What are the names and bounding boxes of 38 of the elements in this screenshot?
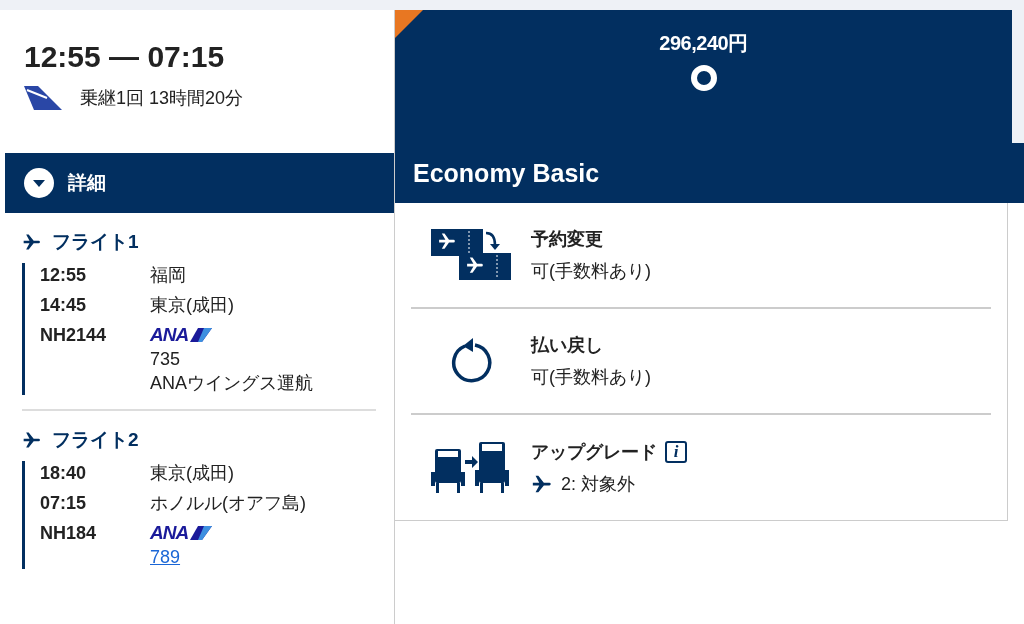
- corner-flag-icon: [395, 10, 423, 38]
- details-toggle[interactable]: 詳細: [5, 153, 394, 213]
- flight-title: フライト1: [52, 230, 139, 254]
- fare-radio[interactable]: [690, 65, 717, 91]
- flight-time: 07:15: [40, 492, 88, 515]
- trip-summary: 乗継1回 13時間20分: [80, 87, 244, 110]
- feature-detail: 2: 対象外: [561, 472, 635, 496]
- airport-name: ホノルル(オアフ島): [150, 492, 307, 515]
- tickets-icon: [431, 228, 511, 282]
- flight-number: NH2144: [40, 324, 108, 347]
- aircraft-type: 735: [150, 348, 182, 371]
- airline-logo: ANA: [150, 323, 213, 347]
- airport-name: 東京(成田): [150, 294, 235, 317]
- flight-number: NH184: [40, 522, 98, 545]
- flight-time: 14:45: [40, 294, 88, 317]
- fare-price: 296,240円: [659, 31, 748, 56]
- fare-name: Economy Basic: [395, 143, 1024, 203]
- feature-title: 払い戻し: [531, 334, 603, 357]
- airline-logo: ANA: [150, 521, 213, 545]
- feature-title: アップグレード: [531, 440, 657, 464]
- refresh-icon: [449, 338, 493, 384]
- flight-time: 18:40: [40, 462, 88, 485]
- seat-upgrade-icon: [431, 441, 511, 494]
- feature-detail: 可(手数料あり): [531, 366, 651, 389]
- flight-times: 12:55 — 07:15: [24, 40, 226, 74]
- operator-text: ANAウイングス運航: [150, 372, 314, 395]
- airport-name: 福岡: [150, 264, 187, 287]
- plane-icon: [22, 430, 42, 450]
- aircraft-link[interactable]: 789: [150, 545, 181, 569]
- feature-title: 予約変更: [531, 228, 603, 251]
- chevron-icon: [24, 168, 54, 198]
- feature-detail: 可(手数料あり): [531, 260, 651, 283]
- plane-icon: [22, 232, 42, 252]
- info-icon[interactable]: i: [665, 440, 687, 463]
- tail-icon: [24, 86, 62, 110]
- airport-name: 東京(成田): [150, 462, 235, 485]
- flight-time: 12:55: [40, 264, 88, 287]
- flight-title: フライト2: [52, 428, 139, 452]
